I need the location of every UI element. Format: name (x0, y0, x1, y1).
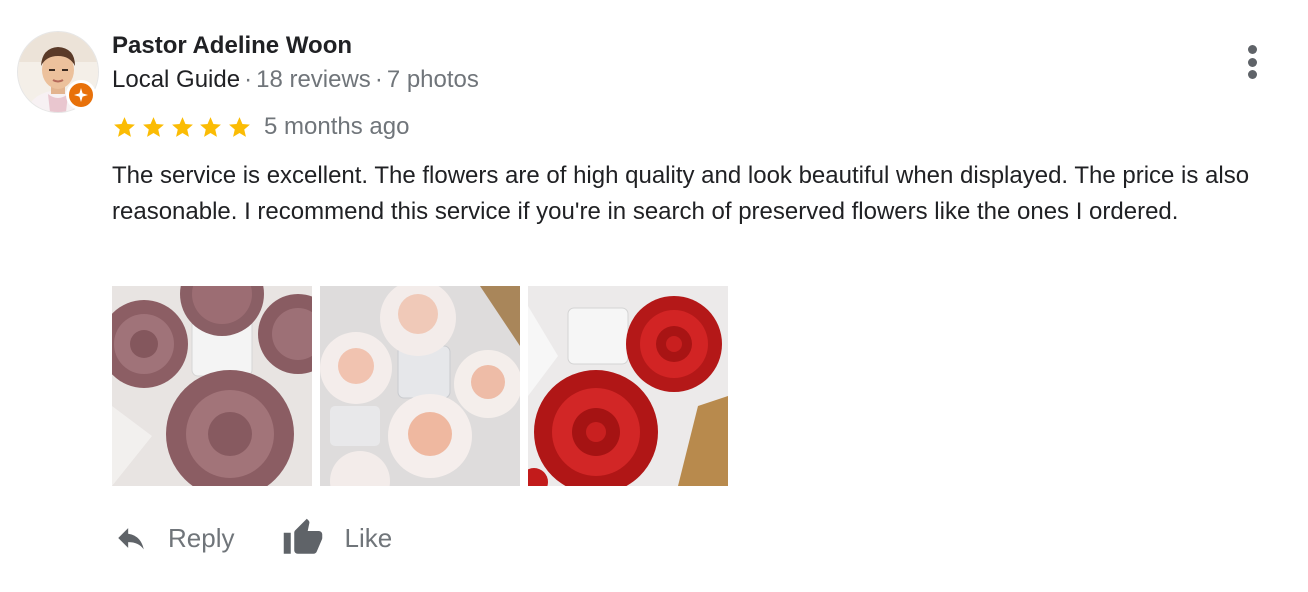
more-dot (1247, 70, 1257, 79)
reply-label: Reply (168, 522, 235, 553)
meta-separator: · (244, 66, 253, 93)
rating-row: 5 months ago (112, 112, 409, 142)
more-dot (1247, 57, 1257, 67)
like-label: Like (344, 522, 393, 553)
review-time: 5 months ago (264, 113, 410, 140)
review-photo-2[interactable] (320, 286, 520, 486)
reply-button[interactable]: Reply (112, 508, 234, 568)
star-icon (171, 116, 193, 137)
more-vert-icon[interactable] (1236, 42, 1268, 82)
more-dot (1247, 45, 1257, 54)
review-photo-3[interactable] (528, 286, 728, 486)
star-icon (229, 116, 250, 137)
star-icon (142, 116, 164, 137)
review-count: 18 reviews (256, 66, 371, 93)
local-guide-badge-icon (66, 80, 96, 110)
review-photo-1[interactable] (112, 286, 312, 486)
reviewer-name[interactable]: Pastor Adeline Woon (112, 32, 352, 60)
like-button[interactable]: Like (280, 508, 392, 568)
local-guide-label: Local Guide (112, 66, 241, 93)
review-text: The service is excellent. The flowers ar… (112, 162, 1250, 225)
review-actions: Reply Like (112, 508, 392, 568)
star-icon (200, 116, 222, 137)
reply-arrow-icon (118, 528, 144, 550)
review-photos (112, 286, 728, 486)
thumbs-up-icon (284, 518, 323, 554)
photo-count: 7 photos (386, 66, 479, 93)
reviewer-meta: Local Guide · 18 reviews · 7 photos (112, 66, 479, 94)
meta-separator: · (374, 66, 383, 93)
star-rating (112, 115, 252, 140)
star-icon (114, 116, 135, 137)
